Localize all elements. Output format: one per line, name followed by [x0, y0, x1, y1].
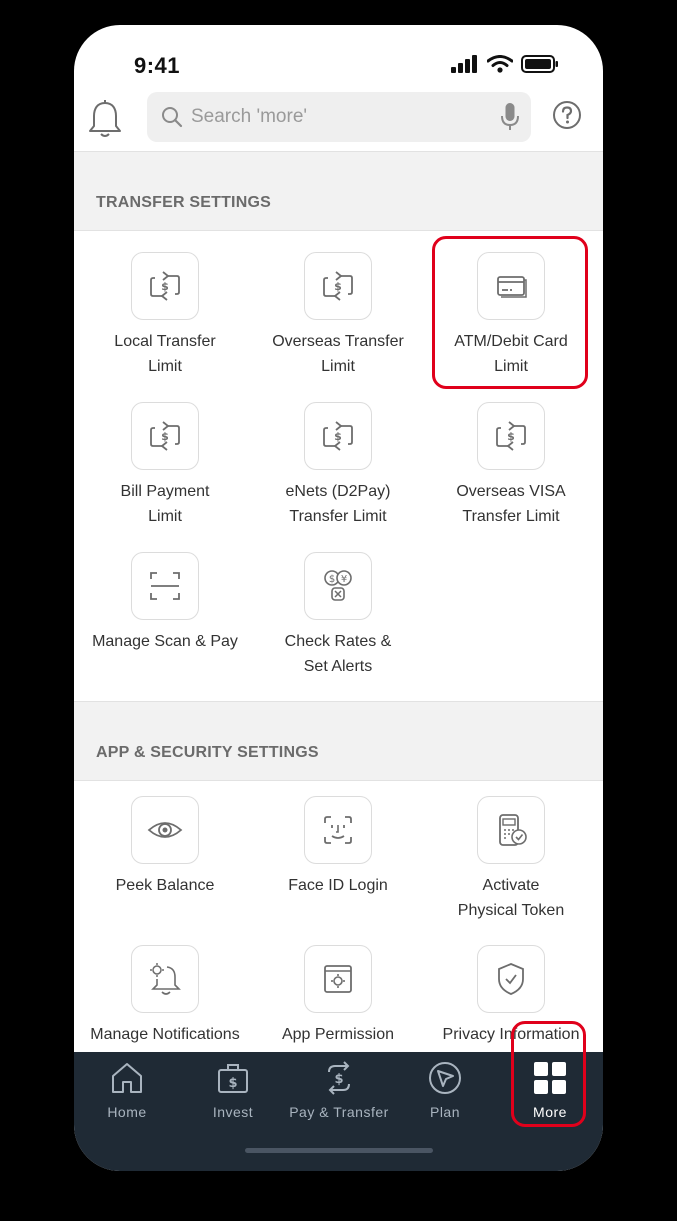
tile-label: App Permission	[281, 1026, 395, 1043]
transfer-icon: $	[131, 252, 199, 320]
transfer-icon: $	[131, 402, 199, 470]
token-icon	[477, 796, 545, 864]
app-settings-icon	[304, 945, 372, 1013]
phone-screen: 9:41 Search 'more' TRANSFER SETTINGS $ L…	[74, 25, 603, 1171]
app-security-settings-header: APP & SECURITY SETTINGS	[74, 701, 603, 781]
local-transfer-limit-tile[interactable]: $ Local Transfer Limit	[79, 252, 251, 379]
home-icon	[112, 1063, 142, 1093]
svg-text:$: $	[507, 430, 515, 443]
status-icons	[451, 55, 559, 73]
wifi-icon	[487, 55, 513, 73]
shield-icon	[477, 945, 545, 1013]
enets-transfer-limit-tile[interactable]: $ eNets (D2Pay) Transfer Limit	[252, 402, 424, 529]
tile-label: Overseas VISA Transfer Limit	[456, 483, 566, 525]
pay-transfer-icon: $	[328, 1061, 350, 1095]
plan-icon	[429, 1062, 461, 1094]
nav-home[interactable]: Home	[74, 1058, 180, 1120]
svg-text:$: $	[334, 280, 342, 293]
transfer-icon: $	[477, 402, 545, 470]
tile-label: Activate Physical Token	[457, 877, 565, 919]
tile-label: Manage Scan & Pay	[92, 633, 238, 650]
more-highlight-box	[511, 1021, 586, 1127]
svg-text:$: $	[161, 430, 169, 443]
tile-label: Local Transfer Limit	[114, 333, 216, 375]
transfer-settings-header: TRANSFER SETTINGS	[74, 151, 603, 231]
search-input[interactable]: Search 'more'	[147, 92, 531, 142]
tile-label: Bill Payment Limit	[120, 483, 210, 525]
manage-notifications-tile[interactable]: Manage Notifications	[79, 945, 251, 1047]
tile-label: eNets (D2Pay) Transfer Limit	[285, 483, 391, 525]
bell-gear-icon	[131, 945, 199, 1013]
scan-icon	[131, 552, 199, 620]
svg-text:$: $	[334, 430, 342, 443]
nav-pay-transfer[interactable]: $ Pay & Transfer	[286, 1058, 392, 1120]
invest-bag-icon: $	[218, 1064, 248, 1093]
face-id-icon	[304, 796, 372, 864]
manage-scan-pay-tile[interactable]: Manage Scan & Pay	[79, 552, 251, 654]
battery-icon	[521, 55, 558, 73]
app-permission-tile[interactable]: App Permission	[252, 945, 424, 1047]
activate-physical-token-tile[interactable]: Activate Physical Token	[425, 796, 597, 923]
svg-text:$: $	[334, 1072, 343, 1087]
overseas-transfer-limit-tile[interactable]: $ Overseas Transfer Limit	[252, 252, 424, 379]
svg-text:$: $	[329, 574, 335, 585]
search-placeholder: Search 'more'	[191, 106, 308, 127]
top-bar: Search 'more'	[74, 89, 603, 151]
tile-label: Face ID Login	[288, 877, 388, 894]
microphone-icon[interactable]	[501, 103, 519, 131]
home-indicator	[245, 1148, 433, 1153]
svg-text:$: $	[161, 280, 169, 293]
section-title: TRANSFER SETTINGS	[96, 194, 271, 211]
tile-label: Peek Balance	[115, 877, 215, 894]
tile-label: Overseas Transfer Limit	[272, 333, 404, 375]
tile-label: Manage Notifications	[90, 1026, 240, 1043]
eye-icon	[131, 796, 199, 864]
peek-balance-tile[interactable]: Peek Balance	[79, 796, 251, 898]
notification-bell-icon[interactable]	[88, 99, 122, 139]
atm-card-highlight-box	[432, 236, 588, 389]
bill-payment-limit-tile[interactable]: $ Bill Payment Limit	[79, 402, 251, 529]
nav-plan[interactable]: Plan	[392, 1058, 498, 1120]
check-rates-set-alerts-tile[interactable]: $ ¥ Check Rates & Set Alerts	[252, 552, 424, 679]
overseas-visa-transfer-limit-tile[interactable]: $ Overseas VISA Transfer Limit	[425, 402, 597, 529]
help-icon[interactable]	[552, 100, 582, 130]
currency-alert-icon: $ ¥	[304, 552, 372, 620]
transfer-icon: $	[304, 402, 372, 470]
status-time: 9:41	[134, 53, 181, 78]
section-title: APP & SECURITY SETTINGS	[96, 744, 319, 761]
svg-text:¥: ¥	[341, 574, 347, 585]
svg-text:$: $	[228, 1076, 237, 1091]
signal-icon	[451, 55, 477, 73]
nav-invest[interactable]: $ Invest	[180, 1058, 286, 1120]
transfer-icon: $	[304, 252, 372, 320]
face-id-login-tile[interactable]: Face ID Login	[252, 796, 424, 898]
search-icon	[162, 107, 183, 128]
tile-label: Check Rates & Set Alerts	[284, 633, 392, 675]
